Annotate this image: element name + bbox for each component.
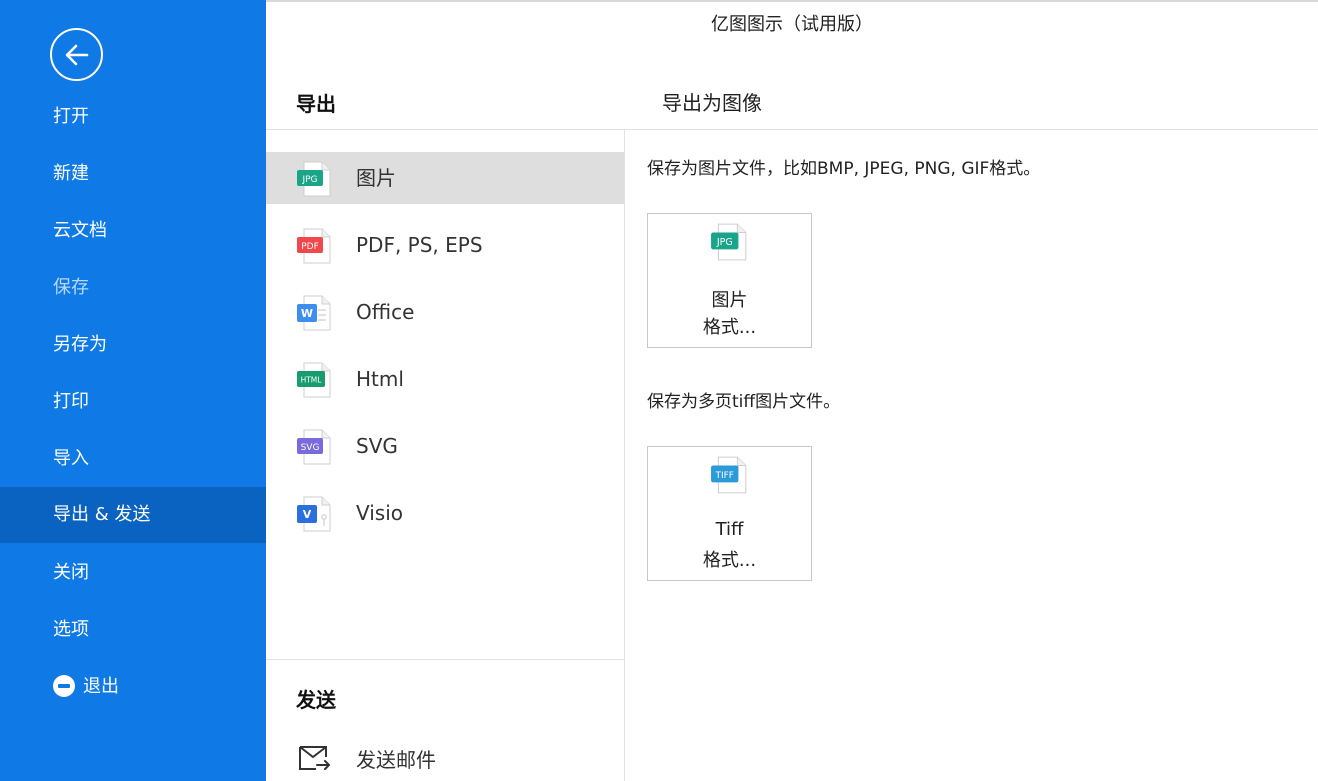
format-item-svg[interactable]: SVG SVG [266, 420, 624, 472]
jpg-file-icon: JPG [297, 161, 331, 197]
card-sublabel: 格式... [702, 317, 757, 338]
sidebar: 打开 新建 云文档 保存 另存为 打印 导入 导出 & 发送 关闭 选项 退出 [0, 0, 266, 781]
arrow-left-icon [65, 44, 89, 66]
format-item-office[interactable]: W Office [266, 286, 624, 338]
card-sublabel: 格式... [702, 550, 757, 571]
sidebar-item-save-as[interactable]: 另存为 [0, 317, 266, 373]
icon-badge-text: PDF [301, 242, 319, 252]
svg-file-icon: SVG [297, 429, 331, 465]
export-as-image-title: 导出为图像 [662, 91, 762, 115]
back-button[interactable] [50, 28, 103, 81]
format-label: Visio [356, 501, 404, 525]
word-file-icon: W [297, 295, 331, 331]
sidebar-item-options[interactable]: 选项 [0, 602, 266, 658]
sidebar-item-export-send[interactable]: 导出 & 发送 [0, 487, 266, 543]
html-file-icon: HTML [297, 362, 331, 398]
sidebar-item-open[interactable]: 打开 [0, 89, 266, 145]
tiff-description: 保存为多页tiff图片文件。 [647, 392, 841, 412]
sidebar-item-save: 保存 [53, 277, 89, 298]
image-format-description: 保存为图片文件，比如BMP, JPEG, PNG, GIF格式。 [647, 159, 1041, 179]
send-heading: 发送 [296, 688, 336, 712]
tiff-file-icon: TIFF [711, 456, 747, 494]
sidebar-item-print[interactable]: 打印 [0, 374, 266, 430]
format-item-image[interactable]: JPG 图片 [266, 152, 624, 204]
export-heading: 导出 [296, 92, 336, 116]
sidebar-item-new[interactable]: 新建 [0, 146, 266, 202]
top-border [266, 0, 1318, 2]
mail-send-icon [299, 746, 330, 770]
format-label: PDF, PS, EPS [356, 233, 483, 257]
icon-badge-text: JPG [301, 175, 317, 185]
jpg-file-icon: JPG [711, 223, 747, 261]
card-label: 图片 [711, 290, 748, 311]
tiff-format-card[interactable]: TIFF Tiff 格式... [647, 446, 812, 581]
sidebar-item-import[interactable]: 导入 [0, 431, 266, 487]
format-label: Office [356, 300, 415, 324]
send-email-item[interactable]: 发送邮件 [266, 736, 624, 781]
visio-file-icon: V [297, 496, 331, 532]
sidebar-item-cloud-docs[interactable]: 云文档 [0, 203, 266, 259]
send-email-label: 发送邮件 [356, 748, 436, 772]
panel-divider [624, 130, 625, 781]
format-item-pdf[interactable]: PDF PDF, PS, EPS [266, 219, 624, 271]
sidebar-item-label: 退出 [83, 676, 119, 697]
format-item-visio[interactable]: V Visio [266, 487, 624, 539]
header-divider [266, 129, 1318, 130]
icon-badge-text: JPG [716, 237, 733, 248]
format-label: SVG [356, 434, 398, 458]
format-label: 图片 [356, 166, 396, 190]
app-title: 亿图图示（试用版） [711, 14, 873, 35]
card-label: Tiff [715, 519, 744, 540]
sidebar-item-exit[interactable]: 退出 [0, 659, 266, 715]
icon-badge-text: SVG [301, 443, 320, 453]
sidebar-item-close[interactable]: 关闭 [0, 545, 266, 601]
format-item-html[interactable]: HTML Html [266, 353, 624, 405]
icon-badge-text: V [303, 508, 312, 521]
minus-circle-icon [53, 674, 75, 697]
image-format-card[interactable]: JPG 图片 格式... [647, 213, 812, 348]
pdf-file-icon: PDF [297, 228, 331, 264]
format-label: Html [356, 367, 404, 391]
icon-badge-text: HTML [301, 376, 323, 385]
send-divider [266, 659, 624, 660]
icon-badge-text: W [301, 307, 313, 320]
icon-badge-text: TIFF [715, 471, 734, 481]
